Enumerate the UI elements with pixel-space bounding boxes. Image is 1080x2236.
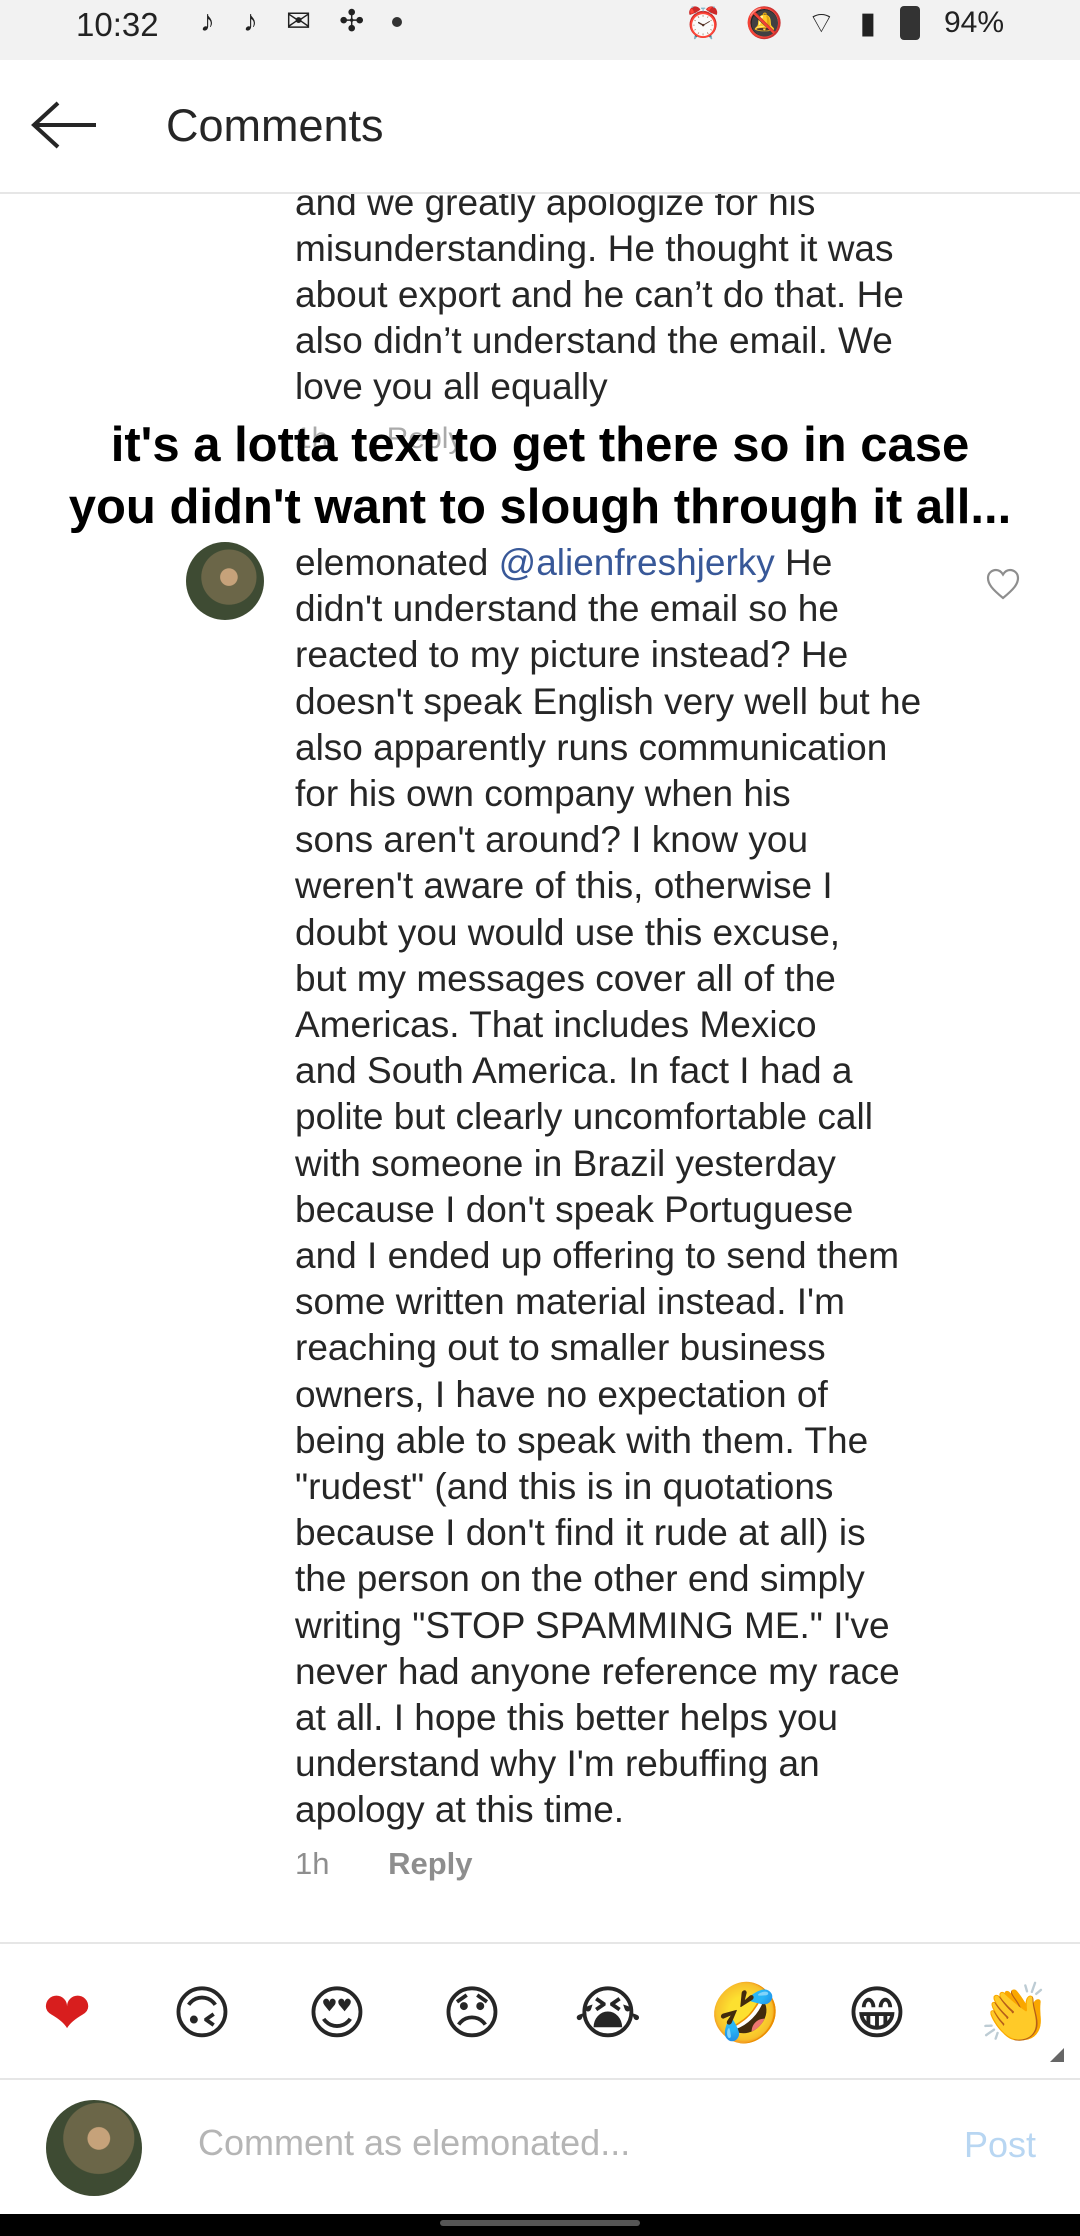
battery-icon (899, 6, 920, 40)
rolling-laughing-icon[interactable]: 🤣 (709, 1980, 781, 2046)
disappointed-face-icon[interactable]: 😞 (439, 1980, 505, 2046)
tiktok-icon: ♪ (200, 4, 215, 38)
status-time: 10:32 (76, 6, 159, 43)
comments-header: Comments (0, 60, 1080, 194)
slack-icon: ✣ (339, 5, 365, 38)
page-title: Comments (166, 100, 384, 151)
comment-time: 1h (295, 1846, 330, 1881)
system-icons: ⏰ 🔕 ⌔ ▮ 94% (685, 4, 1004, 42)
comment-mention[interactable]: @alienfreshjerky (499, 542, 775, 583)
grinning-face-icon[interactable]: 😁 (844, 1980, 910, 2046)
quick-reactions-bar: ❤ 🙃 😍 😞 😭 🤣 😁 👏 (0, 1942, 1080, 2080)
system-nav-bar (0, 2214, 1080, 2236)
mute-icon: 🔕 (745, 6, 784, 40)
comment-composer: Comment as elemonated... Post (0, 2078, 1080, 2214)
red-heart-icon[interactable]: ❤ (34, 1980, 100, 2046)
previous-comment-text: and we greatly apologize for his misunde… (295, 194, 904, 407)
comment-text: elemonated @alienfreshjerky He didn't un… (295, 542, 922, 1831)
back-arrow-icon[interactable] (30, 100, 100, 150)
tiktok-icon: ♪ (243, 4, 258, 38)
clapping-hands-icon[interactable]: 👏 (979, 1980, 1051, 2046)
alarm-icon: ⏰ (684, 6, 722, 40)
comments-list[interactable]: and we greatly apologize for his misunde… (0, 194, 1080, 1940)
crying-face-icon[interactable]: 😭 (574, 1980, 642, 2046)
gmail-icon: ✉ (286, 5, 312, 38)
avatar (46, 2100, 142, 2196)
reply-button[interactable]: Reply (388, 1846, 472, 1881)
status-bar: 10:32 ♪ ♪ ✉ ✣ ⏰ 🔕 ⌔ ▮ 94% (0, 0, 1080, 60)
battery-percent: 94% (943, 6, 1004, 39)
notification-dot (392, 16, 403, 27)
comment-input[interactable]: Comment as elemonated... (198, 2122, 630, 2164)
comment-username[interactable]: elemonated (295, 542, 488, 583)
comment-meta: 1h Reply (295, 1846, 473, 1882)
notification-icons: ♪ ♪ ✉ ✣ (200, 4, 403, 39)
upside-down-face-icon[interactable]: 🙃 (169, 1980, 235, 2046)
heart-eyes-icon[interactable]: 😍 (304, 1980, 370, 2046)
signal-icon: ▮ (859, 6, 876, 40)
post-button[interactable]: Post (964, 2124, 1036, 2166)
wifi-icon: ⌔ (807, 7, 836, 40)
overlay-caption: it's a lotta text to get there so in cas… (68, 418, 1012, 534)
home-handle[interactable] (440, 2220, 640, 2226)
avatar[interactable] (186, 542, 264, 620)
corner-indicator (1050, 2048, 1064, 2062)
like-heart-icon[interactable] (986, 568, 1020, 600)
